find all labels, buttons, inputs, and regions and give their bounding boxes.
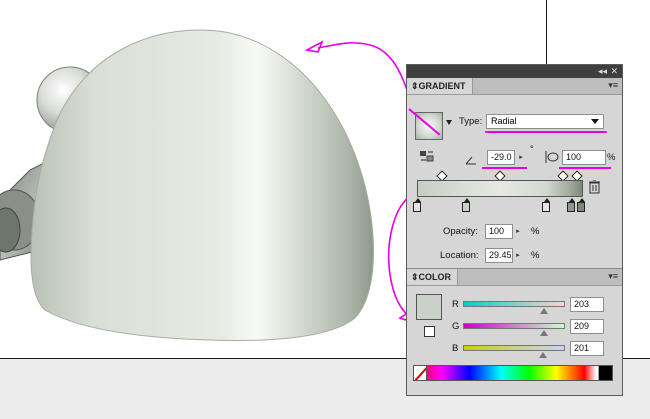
color-stop[interactable]: [567, 198, 575, 212]
panel-title-bar[interactable]: ◂◂ ✕: [407, 65, 622, 78]
gradient-type-value: Radial: [491, 116, 517, 126]
annotation-underline-angle: [482, 167, 527, 169]
gradient-swatch-dropdown-icon[interactable]: [446, 120, 452, 125]
opacity-label: Opacity:: [443, 226, 478, 237]
annotation-underline-aspect: [559, 167, 611, 169]
gradient-type-label: Type:: [459, 116, 483, 127]
chevron-down-icon: [591, 119, 599, 124]
tab-toggle-icon: ⇕: [411, 272, 419, 282]
g-slider-thumb[interactable]: [540, 330, 548, 336]
tab-gradient[interactable]: ⇕GRADIENT: [407, 78, 473, 94]
gradient-type-select[interactable]: Radial: [486, 114, 604, 129]
location-input[interactable]: 29.45: [485, 248, 513, 263]
color-stop[interactable]: [413, 198, 421, 212]
color-spectrum-bar[interactable]: [413, 365, 613, 381]
color-panel-menu-icon[interactable]: ▾≡: [608, 271, 618, 282]
percent-label: %: [607, 152, 616, 163]
color-tab-row: ⇕COLOR ▾≡: [407, 269, 622, 286]
reverse-gradient-icon[interactable]: [419, 150, 435, 163]
out-of-gamut-icon[interactable]: [424, 326, 435, 337]
r-channel-label: R: [452, 299, 459, 310]
r-channel-input[interactable]: 203: [570, 297, 604, 312]
tab-toggle-icon: ⇕: [411, 81, 419, 91]
gradient-panel-menu-icon[interactable]: ▾≡: [608, 80, 618, 91]
annotation-underline-type: [485, 131, 607, 133]
angle-input[interactable]: -29.0: [487, 150, 515, 165]
color-stop-selected[interactable]: [462, 198, 470, 212]
opacity-percent-label: %: [531, 226, 540, 237]
trash-icon[interactable]: [589, 179, 600, 194]
tab-color-label: COLOR: [418, 272, 452, 282]
annotation-arrowhead-top: [304, 40, 324, 53]
tab-gradient-label: GRADIENT: [418, 81, 466, 91]
b-slider-thumb[interactable]: [539, 352, 547, 358]
angle-icon: [465, 152, 477, 165]
b-channel-input[interactable]: 201: [570, 341, 604, 356]
color-stop[interactable]: [577, 198, 585, 212]
opacity-input[interactable]: 100: [485, 224, 513, 239]
gradient-section: ⇕GRADIENT ▾≡ Type: Radial -29.0 ▸ ° 100 …: [407, 78, 622, 268]
g-channel-input[interactable]: 209: [570, 319, 604, 334]
location-stepper-icon[interactable]: ▸: [513, 248, 523, 263]
gradient-color-panel[interactable]: ◂◂ ✕ ⇕GRADIENT ▾≡ Type: Radial -29.0 ▸ °: [406, 64, 623, 396]
collapse-panel-icon[interactable]: ◂◂: [598, 65, 607, 78]
angle-stepper-icon[interactable]: ▸: [516, 150, 526, 165]
none-color-icon[interactable]: [413, 365, 427, 381]
r-channel-slider[interactable]: [463, 301, 565, 307]
b-channel-slider[interactable]: [463, 345, 565, 351]
opacity-stepper-icon[interactable]: ▸: [513, 224, 523, 239]
location-label: Location:: [440, 250, 479, 261]
g-channel-label: G: [452, 321, 460, 332]
fill-color-swatch[interactable]: [416, 294, 442, 320]
g-channel-slider[interactable]: [463, 323, 565, 329]
b-channel-label: B: [452, 343, 459, 354]
annotation-arrow-top: [317, 42, 408, 91]
degree-label: °: [530, 144, 534, 155]
aspect-ratio-input[interactable]: 100: [562, 150, 606, 165]
gradient-tab-row: ⇕GRADIENT ▾≡: [407, 78, 622, 95]
close-panel-icon[interactable]: ✕: [610, 65, 618, 78]
color-section: ⇕COLOR ▾≡ R 203 G 209 B 201: [407, 269, 622, 395]
location-percent-label: %: [531, 250, 540, 261]
color-stop[interactable]: [542, 198, 550, 212]
r-slider-thumb[interactable]: [540, 308, 548, 314]
tab-color[interactable]: ⇕COLOR: [407, 269, 459, 285]
aspect-ratio-icon: [543, 150, 559, 164]
gradient-ramp[interactable]: [417, 180, 583, 197]
